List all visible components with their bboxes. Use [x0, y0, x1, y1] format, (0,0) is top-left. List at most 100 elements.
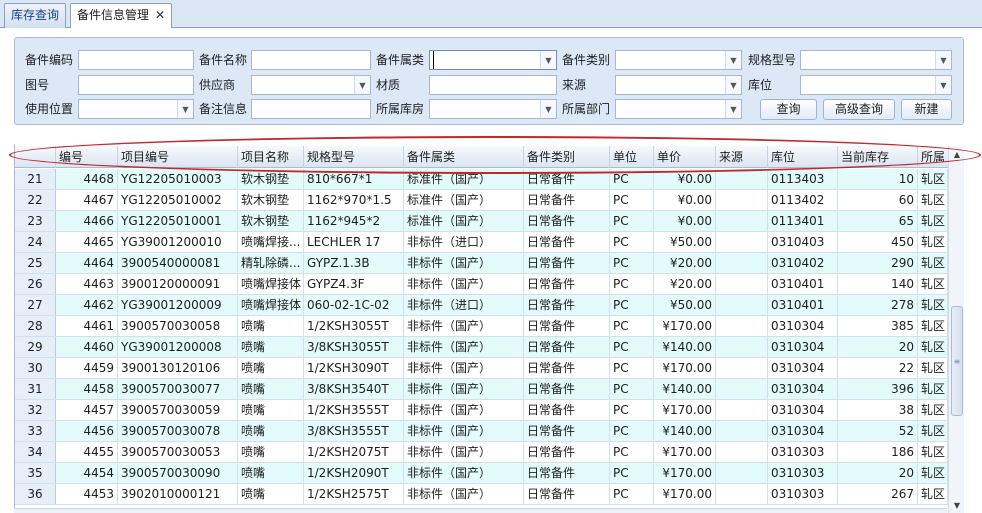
- column-header-unit[interactable]: 单位: [610, 146, 654, 168]
- advanced-query-button[interactable]: 高级查询: [823, 99, 895, 120]
- chevron-down-icon[interactable]: ▼: [725, 100, 741, 118]
- table-row[interactable]: 26 4463 3900120000091 喷嘴焊接体 GYPZ4.3F 非标件（国产）日…: [15, 274, 948, 295]
- scroll-up-icon[interactable]: ▲: [949, 146, 964, 162]
- vertical-scrollbar[interactable]: ▲ ≡ ▼: [948, 146, 964, 513]
- part-attr-select[interactable]: ▼: [429, 50, 557, 70]
- project-no-cell: 3900120000091: [118, 274, 238, 294]
- source-cell: [716, 295, 768, 315]
- chevron-down-icon[interactable]: ▼: [935, 76, 951, 94]
- table-row[interactable]: 33 4456 3900570030078 喷嘴 3/8KSH3555T 非标件（国产）…: [15, 421, 948, 442]
- part-name-input[interactable]: [251, 50, 371, 70]
- part-category-cell: 日常备件: [524, 316, 610, 336]
- unit-cell: PC: [610, 421, 654, 441]
- chevron-down-icon[interactable]: ▼: [540, 51, 556, 69]
- location-cell: 0310402: [768, 253, 838, 273]
- project-name-cell: 精轧除磷...: [238, 253, 304, 273]
- column-header-department[interactable]: 所属: [918, 146, 948, 168]
- id-cell: 4456: [56, 421, 118, 441]
- department-select[interactable]: ▼: [615, 99, 742, 119]
- table-row[interactable]: 24 4465 YG39001200010 喷嘴焊接... LECHLER 17 非标件（…: [15, 232, 948, 253]
- remark-label: 备注信息: [199, 102, 248, 116]
- table-row[interactable]: 36 4453 3902010000121 喷嘴 1/2KSH2575T 非标件（国产）日…: [15, 484, 948, 505]
- chevron-down-icon[interactable]: ▼: [725, 51, 741, 69]
- column-header-location[interactable]: 库位: [768, 146, 838, 168]
- remark-input[interactable]: [251, 99, 371, 119]
- part-code-input[interactable]: [78, 50, 194, 70]
- column-header-project-name[interactable]: 项目名称: [238, 146, 304, 168]
- scroll-down-icon[interactable]: ▼: [949, 497, 964, 513]
- close-icon[interactable]: ✕: [155, 4, 165, 27]
- unit-cell: PC: [610, 316, 654, 336]
- part-category-cell: 日常备件: [524, 442, 610, 462]
- drawing-no-input[interactable]: [78, 75, 194, 95]
- id-cell: 4457: [56, 400, 118, 420]
- use-position-select[interactable]: ▼: [78, 99, 194, 119]
- horizontal-scrollbar[interactable]: [14, 508, 947, 513]
- table-row[interactable]: 27 4462 YG39001200009 喷嘴焊接体 060-02-1C-02 非标件（…: [15, 295, 948, 316]
- new-button[interactable]: 新建: [901, 99, 952, 120]
- row-number-cell: 22: [15, 190, 56, 210]
- part-category-cell: 日常备件: [524, 253, 610, 273]
- table-row[interactable]: 21 4468 YG12205010003 软木钢垫 810*667*1 标准件（国产）日…: [15, 169, 948, 190]
- department-cell: 轧区: [918, 484, 948, 504]
- location-select[interactable]: ▼: [800, 75, 952, 95]
- spec-cell: 1/2KSH2075T: [304, 442, 404, 462]
- part-attr-cell: 非标件（国产）: [404, 400, 524, 420]
- column-header-stock[interactable]: 当前库存: [838, 146, 918, 168]
- table-row[interactable]: 22 4467 YG12205010002 软木钢垫 1162*970*1.5 标准件（国…: [15, 190, 948, 211]
- tab-inventory-query[interactable]: 库存查询: [4, 3, 67, 28]
- price-cell: ¥0.00: [654, 169, 716, 189]
- column-header-source[interactable]: 来源: [716, 146, 768, 168]
- row-number-cell: 24: [15, 232, 56, 252]
- warehouse-select[interactable]: ▼: [429, 99, 557, 119]
- tab-bar: 库存查询 备件信息管理 ✕: [0, 0, 982, 29]
- source-cell: [716, 379, 768, 399]
- department-cell: 轧区: [918, 274, 948, 294]
- table-row[interactable]: 23 4466 YG12205010001 软木钢垫 1162*945*2 标准件（国产）…: [15, 211, 948, 232]
- price-cell: ¥170.00: [654, 316, 716, 336]
- source-cell: [716, 274, 768, 294]
- source-select[interactable]: ▼: [615, 75, 742, 95]
- part-category-cell: 日常备件: [524, 421, 610, 441]
- stock-cell: 140: [838, 274, 918, 294]
- part-category-select[interactable]: ▼: [615, 50, 742, 70]
- column-header-project-no[interactable]: 项目编号: [118, 146, 238, 168]
- row-number-cell: 36: [15, 484, 56, 504]
- table-row[interactable]: 34 4455 3900570030053 喷嘴 1/2KSH2075T 非标件（国产）…: [15, 442, 948, 463]
- spec-cell: 3/8KSH3540T: [304, 379, 404, 399]
- table-row[interactable]: 25 4464 3900540000081 精轧除磷... GYPZ.1.3B 非标件（国…: [15, 253, 948, 274]
- stock-cell: 60: [838, 190, 918, 210]
- column-header-spec[interactable]: 规格型号: [304, 146, 404, 168]
- column-header-price[interactable]: 单价: [654, 146, 716, 168]
- chevron-down-icon[interactable]: ▼: [354, 76, 370, 94]
- scroll-thumb[interactable]: ≡: [951, 306, 963, 416]
- material-input[interactable]: [429, 75, 557, 95]
- table-row[interactable]: 31 4458 3900570030077 喷嘴 3/8KSH3540T 非标件（国产）日…: [15, 379, 948, 400]
- column-header-part-attr[interactable]: 备件属类: [404, 146, 524, 168]
- part-attr-cell: 非标件（国产）: [404, 421, 524, 441]
- unit-cell: PC: [610, 274, 654, 294]
- spec-model-select[interactable]: ▼: [800, 50, 952, 70]
- query-button[interactable]: 查询: [760, 99, 817, 120]
- column-header-part-category[interactable]: 备件类别: [524, 146, 610, 168]
- price-cell: ¥170.00: [654, 400, 716, 420]
- table-row[interactable]: 35 4454 3900570030090 喷嘴 1/2KSH2090T 非标件（国产）日…: [15, 463, 948, 484]
- chevron-down-icon[interactable]: ▼: [725, 76, 741, 94]
- table-row[interactable]: 30 4459 3900130120106 喷嘴 1/2KSH3090T 非标件（国产）日…: [15, 358, 948, 379]
- price-cell: ¥50.00: [654, 232, 716, 252]
- price-cell: ¥20.00: [654, 253, 716, 273]
- source-cell: [716, 337, 768, 357]
- supplier-select[interactable]: ▼: [251, 75, 371, 95]
- tab-part-info-management[interactable]: 备件信息管理 ✕: [70, 3, 173, 29]
- part-attr-label: 备件属类: [376, 53, 425, 67]
- chevron-down-icon[interactable]: ▼: [540, 100, 556, 118]
- column-header-id[interactable]: 编号: [56, 146, 118, 168]
- part-category-cell: 日常备件: [524, 274, 610, 294]
- project-name-cell: 喷嘴焊接体: [238, 274, 304, 294]
- chevron-down-icon[interactable]: ▼: [177, 100, 193, 118]
- table-row[interactable]: 32 4457 3900570030059 喷嘴 1/2KSH3555T 非标件（国产）日…: [15, 400, 948, 421]
- chevron-down-icon[interactable]: ▼: [935, 51, 951, 69]
- table-row[interactable]: 28 4461 3900570030058 喷嘴 1/2KSH3055T 非标件（国产）日…: [15, 316, 948, 337]
- department-cell: 轧区: [918, 232, 948, 252]
- table-row[interactable]: 29 4460 YG39001200008 喷嘴 3/8KSH3055T 非标件（国产）日…: [15, 337, 948, 358]
